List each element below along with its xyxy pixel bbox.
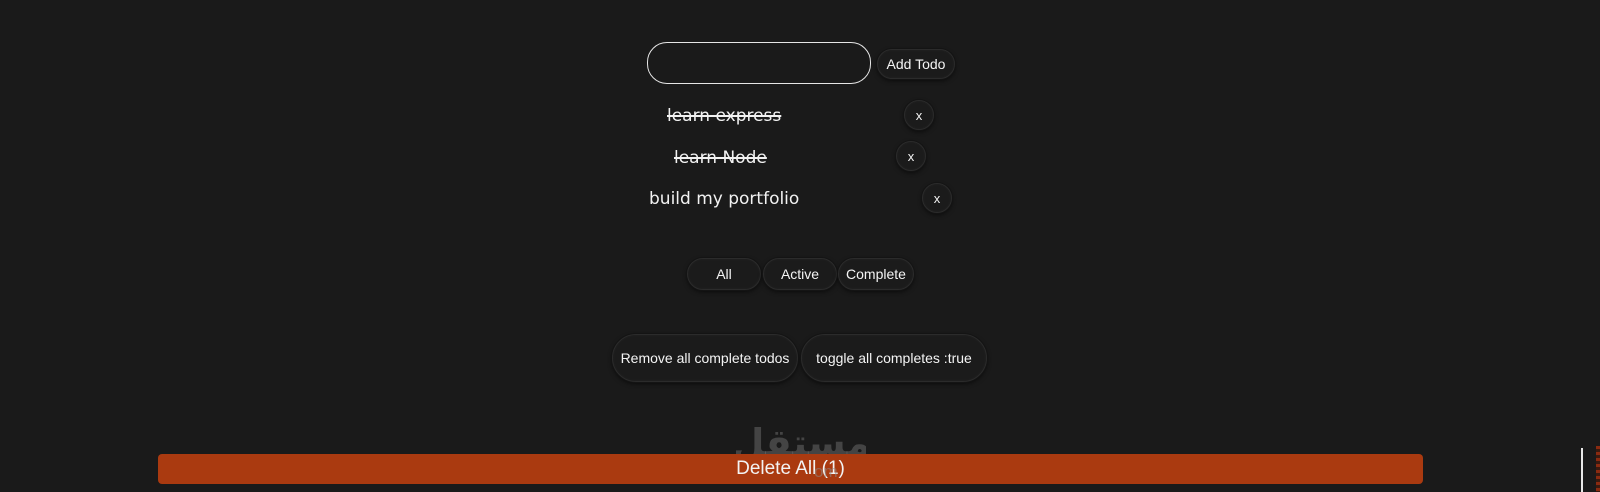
delete-all-button[interactable]: Delete All (1) <box>158 454 1423 484</box>
remove-todo-button[interactable]: x <box>922 183 952 213</box>
add-todo-button[interactable]: Add Todo <box>877 49 955 79</box>
scrollbar-edge <box>1581 448 1583 492</box>
window-edge <box>1596 446 1600 492</box>
new-todo-input[interactable] <box>647 42 871 84</box>
remove-todo-button[interactable]: x <box>904 100 934 130</box>
todo-item-text[interactable]: learn express <box>667 106 781 126</box>
todo-item-text[interactable]: build my portfolio <box>649 189 799 209</box>
filter-active-button[interactable]: Active <box>763 258 837 290</box>
filter-complete-button[interactable]: Complete <box>838 258 914 290</box>
toggle-all-completes-button[interactable]: toggle all completes :true <box>801 334 987 382</box>
todo-item-text[interactable]: learn Node <box>674 148 767 168</box>
remove-complete-todos-button[interactable]: Remove all complete todos <box>612 334 798 382</box>
remove-todo-button[interactable]: x <box>896 141 926 171</box>
filter-all-button[interactable]: All <box>687 258 761 290</box>
